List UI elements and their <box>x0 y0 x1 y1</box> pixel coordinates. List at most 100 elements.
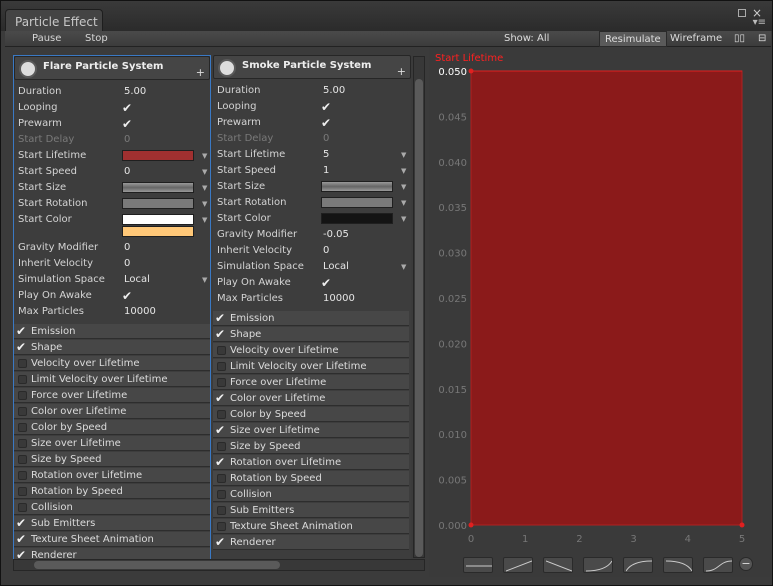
module-checkbox-checked[interactable]: ✔ <box>215 535 225 549</box>
module-row[interactable]: Rotation by Speed <box>14 484 210 499</box>
module-checkbox[interactable] <box>18 487 27 496</box>
prewarm-checkbox[interactable]: ✔ <box>321 117 331 129</box>
dropdown-arrow-icon[interactable]: ▼ <box>401 215 406 223</box>
preset-constant-icon[interactable] <box>463 557 493 573</box>
module-row[interactable]: ✔ Texture Sheet Animation <box>14 532 210 547</box>
smoke-header[interactable]: Smoke Particle System + <box>213 55 411 79</box>
duration-field[interactable]: 5.00 <box>124 86 146 97</box>
duration-field[interactable]: 5.00 <box>323 85 345 96</box>
module-row[interactable]: Size by Speed <box>213 439 409 454</box>
module-row[interactable]: Limit Velocity over Lifetime <box>14 372 210 387</box>
scroll-thumb[interactable] <box>415 79 423 557</box>
module-checkbox[interactable] <box>217 378 226 387</box>
add-icon[interactable]: + <box>196 66 205 79</box>
module-row[interactable]: Limit Velocity over Lifetime <box>213 359 409 374</box>
gravity-modifier-field[interactable]: -0.05 <box>323 229 349 240</box>
module-row[interactable]: ✔ Shape <box>14 340 210 355</box>
start-color-bottom-swatch[interactable] <box>122 226 194 237</box>
module-row[interactable]: Collision <box>213 487 409 502</box>
module-checkbox[interactable] <box>18 455 27 464</box>
module-checkbox[interactable] <box>217 442 226 451</box>
dropdown-arrow-icon[interactable]: ▼ <box>401 199 406 207</box>
dropdown-arrow-icon[interactable]: ▼ <box>401 167 406 175</box>
module-checkbox[interactable] <box>217 474 226 483</box>
module-checkbox-checked[interactable]: ✔ <box>16 324 26 338</box>
module-row[interactable]: ✔ Emission <box>213 311 409 326</box>
dropdown-arrow-icon[interactable]: ▼ <box>401 151 406 159</box>
dropdown-arrow-icon[interactable]: ▼ <box>202 216 207 224</box>
module-row[interactable]: Force over Lifetime <box>14 388 210 403</box>
preset-linear-down-icon[interactable] <box>543 557 573 573</box>
module-checkbox[interactable] <box>18 439 27 448</box>
start-color-top-swatch[interactable] <box>122 214 194 225</box>
module-row[interactable]: Sub Emitters <box>213 503 409 518</box>
show-dropdown[interactable]: Show: All <box>499 31 554 47</box>
module-row[interactable]: Rotation by Speed <box>213 471 409 486</box>
module-checkbox[interactable] <box>18 407 27 416</box>
play-on-awake-checkbox[interactable]: ✔ <box>321 277 331 289</box>
layout-icon[interactable]: ▯▯ <box>729 31 750 47</box>
start-speed-field[interactable]: 1 <box>323 165 329 176</box>
start-size-curve[interactable] <box>321 181 393 192</box>
module-row[interactable]: Size by Speed <box>14 452 210 467</box>
module-checkbox[interactable] <box>217 346 226 355</box>
inherit-velocity-field[interactable]: 0 <box>323 245 329 256</box>
lock-icon[interactable]: ⊟ <box>753 31 771 47</box>
preset-linear-up-icon[interactable] <box>503 557 533 573</box>
module-checkbox[interactable] <box>18 423 27 432</box>
preset-ease-out-icon[interactable] <box>623 557 653 573</box>
module-checkbox-checked[interactable]: ✔ <box>215 311 225 325</box>
wireframe-button[interactable]: Wireframe <box>665 31 727 47</box>
looping-checkbox[interactable]: ✔ <box>321 101 331 113</box>
module-checkbox[interactable] <box>18 471 27 480</box>
module-checkbox-checked[interactable]: ✔ <box>16 516 26 530</box>
start-delay-field[interactable]: 0 <box>124 134 130 145</box>
module-checkbox[interactable] <box>18 359 27 368</box>
module-checkbox[interactable] <box>18 375 27 384</box>
start-lifetime-field[interactable]: 5 <box>323 149 329 160</box>
module-row[interactable]: Color by Speed <box>14 420 210 435</box>
start-lifetime-curve[interactable] <box>122 150 194 161</box>
remove-curve-icon[interactable]: − <box>739 557 753 571</box>
module-checkbox-checked[interactable]: ✔ <box>16 340 26 354</box>
dropdown-arrow-icon[interactable]: ▼ <box>202 276 207 284</box>
dropdown-arrow-icon[interactable]: ▼ <box>202 200 207 208</box>
maximize-icon[interactable] <box>738 9 746 17</box>
module-row[interactable]: Texture Sheet Animation <box>213 519 409 534</box>
module-row[interactable]: ✔ Color over Lifetime <box>213 391 409 406</box>
module-checkbox[interactable] <box>217 506 226 515</box>
dropdown-arrow-icon[interactable]: ▼ <box>202 184 207 192</box>
module-checkbox-checked[interactable]: ✔ <box>215 455 225 469</box>
module-row[interactable]: Rotation over Lifetime <box>14 468 210 483</box>
module-row[interactable]: ✔ Shape <box>213 327 409 342</box>
max-particles-field[interactable]: 10000 <box>124 306 156 317</box>
start-size-curve[interactable] <box>122 182 194 193</box>
module-checkbox[interactable] <box>18 503 27 512</box>
module-row[interactable]: ✔ Emission <box>14 324 210 339</box>
module-checkbox-checked[interactable]: ✔ <box>215 327 225 341</box>
module-row[interactable]: ✔ Sub Emitters <box>14 516 210 531</box>
module-row[interactable]: Size over Lifetime <box>14 436 210 451</box>
start-speed-field[interactable]: 0 <box>124 166 130 177</box>
module-row[interactable]: ✔ Rotation over Lifetime <box>213 455 409 470</box>
start-color-swatch[interactable] <box>321 213 393 224</box>
module-checkbox[interactable] <box>217 522 226 531</box>
dropdown-arrow-icon[interactable]: ▼ <box>202 152 207 160</box>
module-row[interactable]: Velocity over Lifetime <box>14 356 210 371</box>
module-row[interactable]: Color by Speed <box>213 407 409 422</box>
resimulate-button[interactable]: Resimulate <box>599 31 667 47</box>
simulation-space-select[interactable]: Local <box>323 261 349 272</box>
preset-ease-in-icon[interactable] <box>583 557 613 573</box>
add-icon[interactable]: + <box>397 65 406 78</box>
simulation-space-select[interactable]: Local <box>124 274 150 285</box>
pause-button[interactable]: Pause <box>32 33 61 44</box>
prewarm-checkbox[interactable]: ✔ <box>122 118 132 130</box>
dropdown-arrow-icon[interactable]: ▼ <box>202 168 207 176</box>
dropdown-arrow-icon[interactable]: ▼ <box>401 183 406 191</box>
preset-s-curve-icon[interactable] <box>703 557 733 573</box>
start-rotation-curve[interactable] <box>122 198 194 209</box>
module-row[interactable]: ✔ Renderer <box>213 535 409 550</box>
module-checkbox[interactable] <box>217 490 226 499</box>
looping-checkbox[interactable]: ✔ <box>122 102 132 114</box>
horizontal-scrollbar[interactable] <box>13 559 425 571</box>
